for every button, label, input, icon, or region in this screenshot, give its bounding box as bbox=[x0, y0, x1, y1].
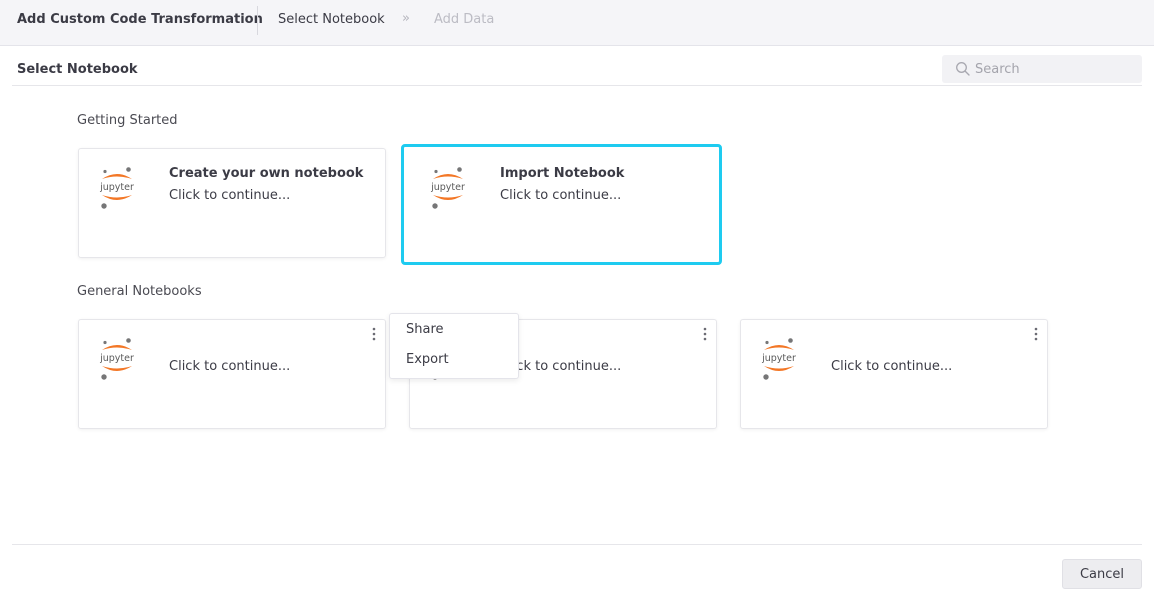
card-context-menu: Share Export bbox=[389, 313, 519, 379]
kebab-menu-icon[interactable] bbox=[700, 326, 710, 344]
menu-item-share[interactable]: Share bbox=[406, 322, 444, 337]
app-title: Add Custom Code Transformation bbox=[17, 12, 263, 27]
notebook-card-3[interactable]: Click to continue... bbox=[740, 319, 1048, 429]
search-icon bbox=[956, 62, 970, 76]
step-select-notebook[interactable]: Select Notebook bbox=[278, 12, 385, 27]
kebab-menu-icon[interactable] bbox=[1031, 326, 1041, 344]
menu-item-export[interactable]: Export bbox=[406, 352, 449, 367]
cancel-button[interactable]: Cancel bbox=[1062, 559, 1142, 589]
header-divider-line bbox=[12, 85, 1142, 86]
top-bar: Add Custom Code Transformation Select No… bbox=[0, 0, 1154, 46]
getting-started-label: Getting Started bbox=[77, 113, 178, 128]
card-subtitle: Click to continue... bbox=[169, 359, 291, 374]
card-subtitle: Click to continue... bbox=[169, 188, 291, 203]
notebook-card-1[interactable]: Click to continue... bbox=[78, 319, 386, 429]
step-add-data[interactable]: Add Data bbox=[434, 12, 494, 27]
card-subtitle: Click to continue... bbox=[831, 359, 953, 374]
jupyter-logo-icon bbox=[761, 338, 796, 380]
header-divider bbox=[257, 6, 258, 35]
kebab-menu-icon[interactable] bbox=[369, 326, 379, 344]
footer-divider bbox=[12, 544, 1142, 545]
section-title: Select Notebook bbox=[17, 62, 138, 77]
card-title: Create your own notebook bbox=[169, 166, 364, 181]
search-box[interactable] bbox=[942, 55, 1142, 83]
card-subtitle: Click to continue... bbox=[500, 188, 622, 203]
jupyter-logo-icon bbox=[99, 338, 134, 380]
general-notebooks-label: General Notebooks bbox=[77, 284, 202, 299]
card-title: Import Notebook bbox=[500, 166, 625, 181]
jupyter-logo-icon bbox=[430, 167, 465, 209]
create-notebook-card[interactable]: Create your own notebook Click to contin… bbox=[78, 148, 386, 258]
import-notebook-card[interactable]: Import Notebook Click to continue... bbox=[401, 144, 722, 265]
jupyter-logo-icon bbox=[99, 167, 134, 209]
search-input[interactable] bbox=[975, 55, 1135, 83]
step-separator: » bbox=[402, 11, 410, 26]
